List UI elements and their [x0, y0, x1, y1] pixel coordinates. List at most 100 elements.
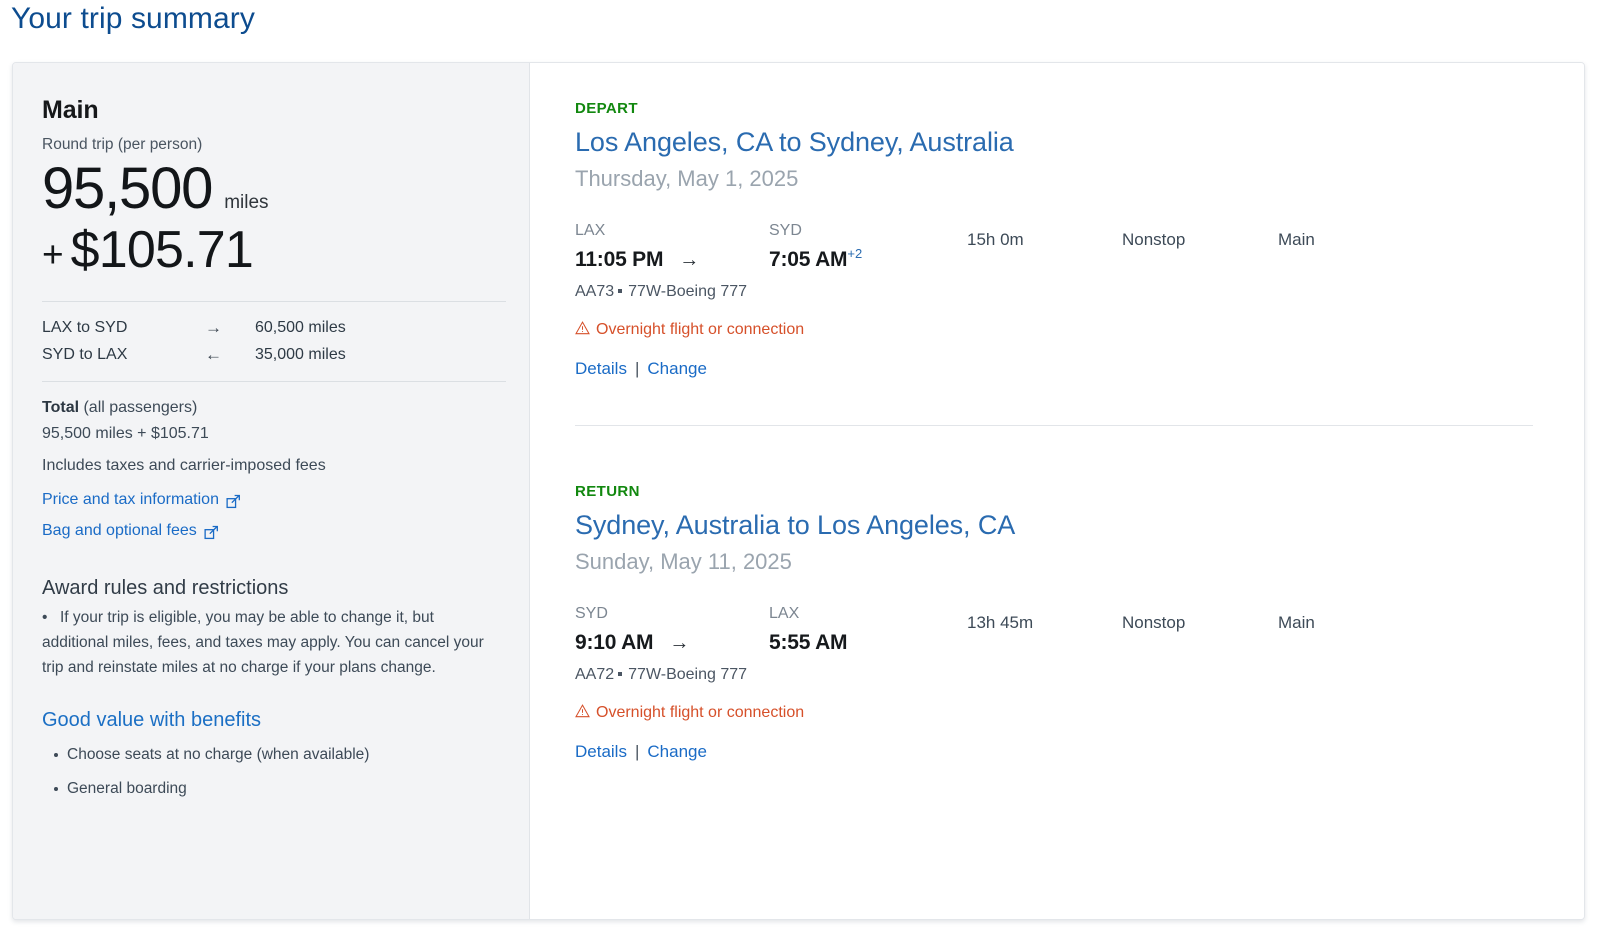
- benefits-title: Good value with benefits: [42, 705, 501, 735]
- change-link[interactable]: Change: [647, 740, 707, 764]
- slice-direction-label: RETURN: [575, 482, 1584, 502]
- price-tax-link-row[interactable]: Price and tax information: [42, 488, 501, 512]
- departure-time: 9:10 AM: [575, 628, 653, 658]
- miles-price: 95,500 miles: [42, 155, 501, 223]
- slice-route: Los Angeles, CA to Sydney, Australia: [575, 122, 1584, 162]
- overnight-warning: Overnight flight or connection: [575, 319, 1584, 341]
- fare-brand-name: Main: [42, 93, 501, 127]
- destination-airport-code: LAX: [769, 602, 967, 626]
- flight-number: AA73: [575, 283, 614, 300]
- slice-direction-label: DEPART: [575, 99, 1584, 119]
- leg-row: LAX to SYD → 60,500 miles: [42, 314, 501, 341]
- leg-miles: 60,500 miles: [255, 314, 346, 341]
- cabin-label: Main: [1278, 219, 1315, 255]
- cash-plus-sign: +: [42, 227, 64, 283]
- cabin-label: Main: [1278, 602, 1315, 638]
- warning-triangle-icon: [575, 321, 590, 340]
- trip-summary-card: Main Round trip (per person) 95,500 mile…: [12, 62, 1585, 920]
- slice-actions: Details | Change: [575, 740, 1584, 764]
- overnight-warning: Overnight flight or connection: [575, 702, 1584, 724]
- miles-unit: miles: [224, 192, 268, 214]
- origin-airport-code: LAX: [575, 219, 769, 243]
- bag-fees-link-row[interactable]: Bag and optional fees: [42, 519, 501, 543]
- departure-time-row: 11:05 PM →: [575, 245, 769, 275]
- overnight-warning-text: Overnight flight or connection: [596, 319, 804, 341]
- bullet-icon: •: [42, 605, 60, 630]
- destination-airport-code: SYD: [769, 219, 967, 243]
- departure-time-row: 9:10 AM →: [575, 628, 769, 658]
- arrival-time-row: 5:55 AM: [769, 628, 967, 658]
- arrow-right-icon: →: [679, 245, 699, 275]
- cash-price: + $105.71: [42, 219, 501, 283]
- details-link[interactable]: Details: [575, 357, 627, 381]
- fare-summary-panel: Main Round trip (per person) 95,500 mile…: [13, 63, 530, 919]
- award-rules-body: If your trip is eligible, you may be abl…: [42, 609, 484, 676]
- slice-actions: Details | Change: [575, 357, 1584, 381]
- flight-number-row: AA73 77W-Boeing 777: [575, 279, 1584, 305]
- benefits-list: Choose seats at no charge (when availabl…: [42, 738, 501, 806]
- aircraft-type: 77W-Boeing 777: [628, 283, 747, 300]
- leg-row: SYD to LAX ← 35,000 miles: [42, 341, 501, 368]
- cash-amount: $105.71: [71, 219, 253, 281]
- total-block: Total (all passengers) 95,500 miles + $1…: [42, 395, 501, 543]
- leg-route: LAX to SYD: [42, 314, 205, 341]
- price-and-tax-information-link[interactable]: Price and tax information: [42, 488, 219, 512]
- slice-date: Thursday, May 1, 2025: [575, 163, 1584, 195]
- external-link-icon: [226, 494, 241, 509]
- details-link[interactable]: Details: [575, 740, 627, 764]
- external-link-icon: [204, 525, 219, 540]
- warning-triangle-icon: [575, 704, 590, 723]
- miles-amount: 95,500: [42, 155, 212, 223]
- arrival-column: SYD 7:05 AM +2: [769, 219, 967, 275]
- action-separator: |: [635, 357, 639, 381]
- slice-date: Sunday, May 11, 2025: [575, 546, 1584, 578]
- flight-duration: 15h 0m: [967, 219, 1122, 255]
- list-item: General boarding: [67, 772, 501, 806]
- return-slice: RETURN Sydney, Australia to Los Angeles,…: [575, 482, 1584, 764]
- change-link[interactable]: Change: [647, 357, 707, 381]
- action-separator: |: [635, 740, 639, 764]
- leg-route: SYD to LAX: [42, 341, 205, 368]
- total-value: 95,500 miles + $105.71: [42, 420, 501, 447]
- trip-type-label: Round trip (per person): [42, 133, 501, 157]
- slice-divider: [575, 425, 1533, 426]
- flight-duration: 13h 45m: [967, 602, 1122, 638]
- flight-number-row: AA72 77W-Boeing 777: [575, 662, 1584, 688]
- plus-days-badge: +2: [847, 246, 862, 262]
- arrow-right-icon: →: [205, 314, 255, 341]
- arrival-time: 7:05 AM: [769, 245, 847, 275]
- arrow-left-icon: ←: [205, 341, 255, 368]
- total-label: Total: [42, 399, 79, 416]
- list-item: Choose seats at no charge (when availabl…: [67, 738, 501, 772]
- total-qualifier: (all passengers): [79, 399, 197, 416]
- page-title: Your trip summary: [11, 0, 255, 40]
- includes-taxes-note: Includes taxes and carrier-imposed fees: [42, 451, 501, 481]
- flight-slices-panel: DEPART Los Angeles, CA to Sydney, Austra…: [530, 63, 1584, 919]
- slice-route: Sydney, Australia to Los Angeles, CA: [575, 505, 1584, 545]
- overnight-warning-text: Overnight flight or connection: [596, 702, 804, 724]
- award-rules-title: Award rules and restrictions: [42, 573, 501, 603]
- leg-miles: 35,000 miles: [255, 341, 346, 368]
- depart-slice: DEPART Los Angeles, CA to Sydney, Austra…: [575, 99, 1584, 426]
- departure-column: SYD 9:10 AM →: [575, 602, 769, 658]
- arrival-column: LAX 5:55 AM: [769, 602, 967, 658]
- stops-label: Nonstop: [1122, 602, 1278, 638]
- departure-column: LAX 11:05 PM →: [575, 219, 769, 275]
- flight-detail-row: LAX 11:05 PM → SYD 7:05 AM +2 15h 0m Non…: [575, 219, 1584, 275]
- arrival-time-row: 7:05 AM +2: [769, 245, 967, 275]
- divider: [42, 381, 506, 382]
- separator-square-icon: [618, 672, 622, 676]
- departure-time: 11:05 PM: [575, 245, 663, 275]
- flight-detail-row: SYD 9:10 AM → LAX 5:55 AM 13h 45m Nonsto…: [575, 602, 1584, 658]
- leg-miles-breakdown: LAX to SYD → 60,500 miles SYD to LAX ← 3…: [42, 314, 501, 368]
- stops-label: Nonstop: [1122, 219, 1278, 255]
- arrow-right-icon: →: [669, 628, 689, 658]
- total-label-row: Total (all passengers): [42, 395, 501, 420]
- origin-airport-code: SYD: [575, 602, 769, 626]
- flight-number: AA72: [575, 666, 614, 683]
- arrival-time: 5:55 AM: [769, 628, 847, 658]
- bag-and-optional-fees-link[interactable]: Bag and optional fees: [42, 519, 197, 543]
- separator-square-icon: [618, 289, 622, 293]
- divider: [42, 301, 506, 302]
- aircraft-type: 77W-Boeing 777: [628, 666, 747, 683]
